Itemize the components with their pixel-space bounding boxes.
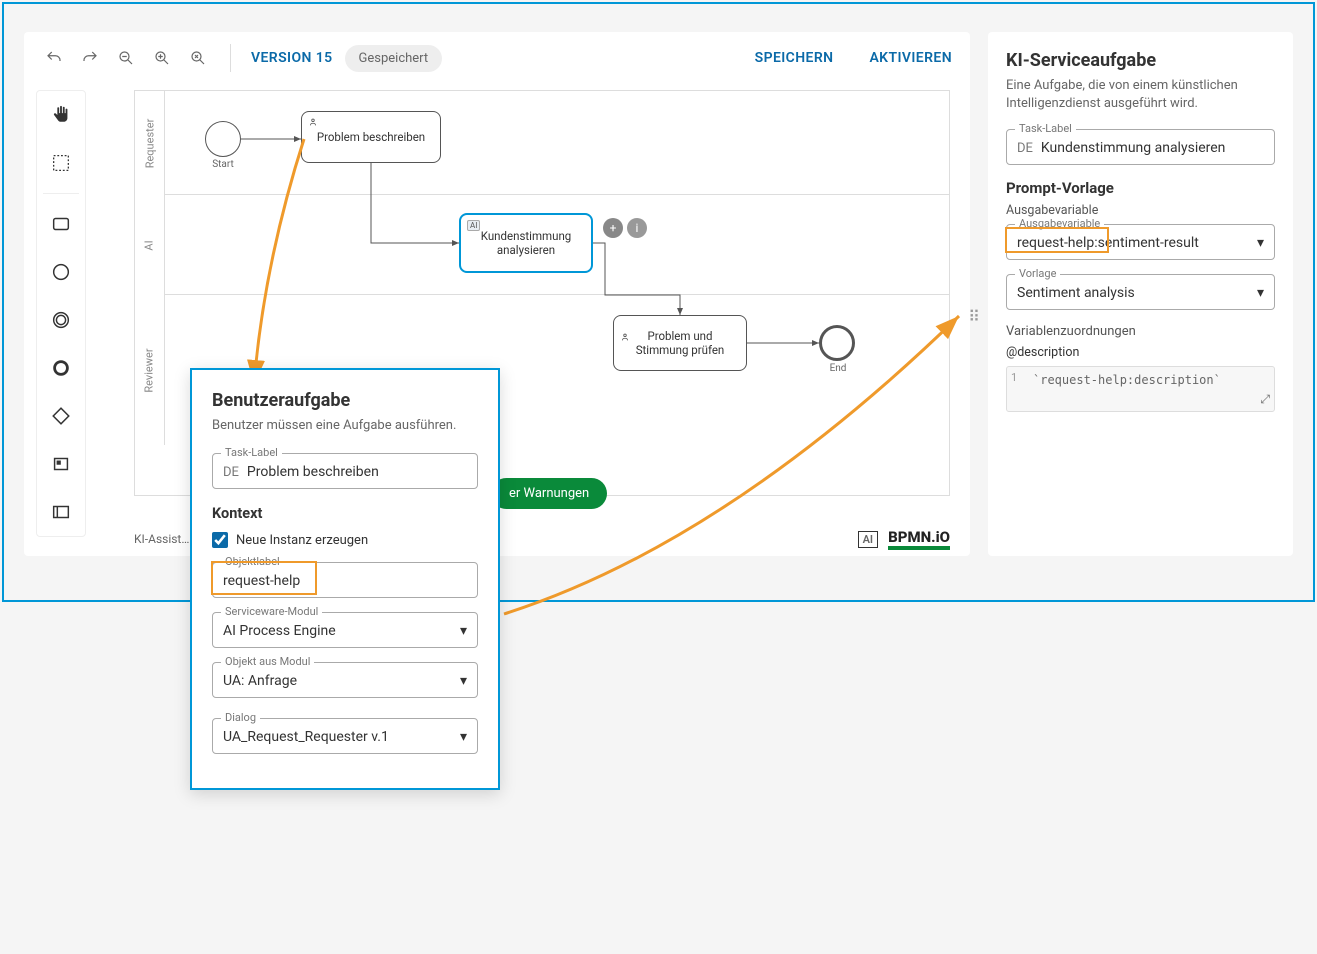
field-legend: Dialog [221,711,260,724]
user-task-icon [620,321,630,345]
chevron-down-icon: ▾ [460,729,467,745]
variable-mappings-heading: Variablenzuordnungen [1006,324,1275,339]
chevron-down-icon: ▾ [460,673,467,689]
output-variable-value: request-help:sentiment-result [1017,235,1199,251]
field-legend: Task-Label [1015,122,1076,135]
warnings-button[interactable]: er Warnungen [491,478,607,509]
new-instance-checkbox[interactable]: Neue Instanz erzeugen [212,532,478,548]
chevron-down-icon: ▾ [1257,285,1264,301]
task-label: Kundenstimmung analysieren [481,229,572,257]
redo-icon[interactable] [78,46,102,70]
task-shape-icon[interactable] [43,206,79,242]
task-label: Problem und Stimmung prüfen [636,329,725,357]
object-from-module-select[interactable]: Objekt aus Modul UA: Anfrage ▾ [212,662,478,698]
end-event[interactable] [819,325,855,361]
start-event-label: Start [198,159,248,170]
task-analyze-sentiment[interactable]: AI Kundenstimmung analysieren [459,213,593,273]
hand-tool-icon[interactable] [43,97,79,133]
dialog-value: UA_Request_Requester v.1 [223,729,389,745]
ki-assist-link[interactable]: KI-Assist… [134,532,189,546]
version-label: VERSION 15 [251,50,333,66]
mapping-variable-name: @description [1006,345,1275,360]
template-select[interactable]: Vorlage Sentiment analysis ▾ [1006,274,1275,310]
new-instance-input[interactable] [212,532,228,548]
task-label: Problem beschreiben [317,130,425,144]
gateway-icon[interactable] [43,398,79,434]
end-event-icon[interactable] [43,350,79,386]
undo-icon[interactable] [42,46,66,70]
lasso-tool-icon[interactable] [43,145,79,181]
ai-task-icon: AI [467,220,480,231]
prompt-template-heading: Prompt-Vorlage [1006,179,1275,197]
right-properties-panel: KI-Serviceaufgabe Eine Aufgabe, die von … [988,32,1293,556]
language-indicator: DE [1017,141,1033,156]
expand-icon[interactable]: ⤢ [1260,392,1270,407]
toolbar-divider [230,44,231,72]
module-value: AI Process Engine [223,623,336,639]
user-task-popup: Benutzeraufgabe Benutzer müssen eine Auf… [190,368,500,790]
popup-title: Benutzeraufgabe [212,390,478,411]
start-event-icon[interactable] [43,254,79,290]
dialog-select[interactable]: Dialog UA_Request_Requester v.1 ▾ [212,718,478,754]
field-legend: Objekt aus Modul [221,655,314,668]
task-describe-problem[interactable]: Problem beschreiben [301,111,441,163]
checkbox-label: Neue Instanz erzeugen [236,533,368,548]
panel-title: KI-Serviceaufgabe [1006,50,1275,71]
participant-icon[interactable] [43,494,79,530]
task-label-value: Problem beschreiben [247,464,379,480]
editor-toolbar: VERSION 15 Gespeichert SPEICHERN AKTIVIE… [24,32,970,84]
output-variable-label: Ausgabevariable [1006,203,1275,218]
task-label-value: Kundenstimmung analysieren [1041,140,1226,156]
line-number: 1 [1011,371,1017,384]
start-event[interactable] [205,121,241,157]
field-legend: Task-Label [221,446,282,459]
user-task-icon [308,117,318,130]
template-value: Sentiment analysis [1017,285,1135,301]
language-indicator: DE [223,465,239,480]
chevron-down-icon: ▾ [460,623,467,639]
panel-subtitle: Eine Aufgabe, die von einem künstlichen … [1006,77,1275,113]
zoom-out-icon[interactable] [114,46,138,70]
save-button[interactable]: SPEICHERN [755,50,834,66]
chevron-down-icon: ▾ [1257,235,1264,251]
zoom-fit-icon[interactable] [186,46,210,70]
output-variable-select[interactable]: Ausgabevariable request-help:sentiment-r… [1006,224,1275,260]
field-legend: Objektlabel [221,555,284,568]
lane-label-reviewer: Reviewer [143,348,156,392]
mapping-code: `request-help:description` [1007,367,1274,393]
palette-divider [43,193,79,194]
context-heading: Kontext [212,505,478,522]
data-object-icon[interactable] [43,446,79,482]
shape-palette [36,90,86,537]
field-legend: Serviceware-Modul [221,605,322,618]
lane-label-requester: Requester [143,118,156,168]
mapping-code-box[interactable]: 1 `request-help:description` ⤢ [1006,366,1275,412]
module-select[interactable]: Serviceware-Modul AI Process Engine ▾ [212,612,478,648]
panel-drag-handle[interactable]: ⠿ [968,307,980,326]
field-legend: Vorlage [1015,267,1060,280]
field-legend: Ausgabevariable [1015,217,1104,230]
end-event-label: End [813,363,863,374]
popup-subtitle: Benutzer müssen eine Aufgabe ausführen. [212,417,478,435]
lane-label-ai: AI [143,240,156,250]
task-label-field[interactable]: Task-Label DE Kundenstimmung analysieren [1006,129,1275,165]
saved-status-pill: Gespeichert [345,45,443,72]
object-label-field[interactable]: Objektlabel request-help [212,562,478,598]
popup-task-label-field[interactable]: Task-Label DE Problem beschreiben [212,453,478,489]
object-from-module-value: UA: Anfrage [223,673,297,689]
intermediate-event-icon[interactable] [43,302,79,338]
add-element-button[interactable]: + [603,218,623,238]
ai-badge-logo: AI [858,531,879,548]
zoom-in-icon[interactable] [150,46,174,70]
task-review-problem[interactable]: Problem und Stimmung prüfen [613,315,747,371]
object-label-value: request-help [223,573,300,589]
info-button[interactable]: i [627,218,647,238]
activate-button[interactable]: AKTIVIEREN [869,50,952,66]
bpmn-io-logo: BPMN.iO [888,528,950,550]
